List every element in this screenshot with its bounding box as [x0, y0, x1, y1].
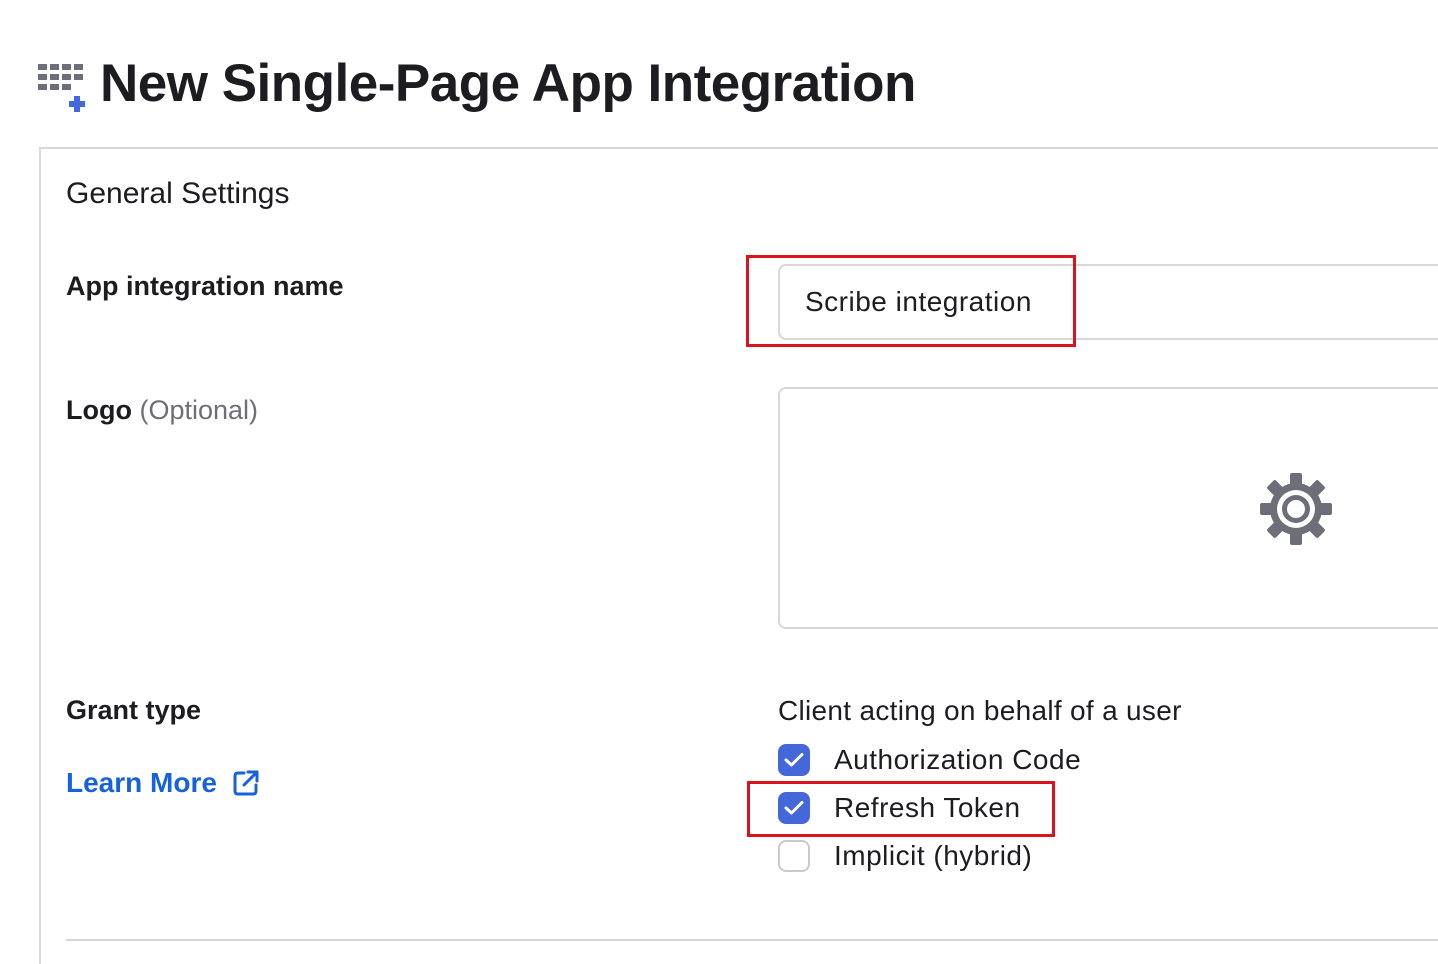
authorization-code-checkbox[interactable]	[778, 744, 810, 776]
learn-more-text[interactable]: Learn More	[66, 767, 217, 799]
logo-upload-area[interactable]	[778, 387, 1438, 629]
logo-label: Logo (Optional)	[66, 395, 258, 426]
section-divider	[66, 939, 1438, 941]
grant-type-label: Grant type	[66, 695, 202, 725]
implicit-hybrid-label[interactable]: Implicit (hybrid)	[834, 840, 1032, 872]
grant-option-implicit-hybrid[interactable]: Implicit (hybrid)	[778, 838, 1032, 874]
grant-option-refresh-token[interactable]: Refresh Token	[778, 790, 1021, 826]
grant-type-heading: Client acting on behalf of a user	[778, 695, 1182, 726]
page-header: New Single-Page App Integration	[38, 48, 916, 118]
logo-optional-text: (Optional)	[139, 395, 259, 425]
page: New Single-Page App Integration General …	[0, 0, 1438, 964]
app-name-label: App integration name	[66, 271, 344, 301]
add-app-grid-icon	[38, 64, 85, 112]
logo-label-text: Logo	[66, 395, 132, 425]
external-link-icon	[233, 770, 259, 796]
grant-option-authorization-code[interactable]: Authorization Code	[778, 742, 1081, 778]
refresh-token-checkbox[interactable]	[778, 792, 810, 824]
implicit-hybrid-checkbox[interactable]	[778, 840, 810, 872]
learn-more-link[interactable]: Learn More	[66, 767, 261, 799]
general-settings-panel: General Settings App integration name Lo…	[39, 147, 1438, 964]
app-name-input[interactable]	[778, 264, 1438, 340]
section-title: General Settings	[66, 177, 290, 210]
check-icon	[784, 753, 804, 767]
refresh-token-label[interactable]: Refresh Token	[834, 792, 1021, 824]
page-title: New Single-Page App Integration	[100, 53, 916, 113]
gear-icon[interactable]	[1258, 471, 1334, 547]
check-icon	[784, 801, 804, 815]
authorization-code-label[interactable]: Authorization Code	[834, 744, 1081, 776]
